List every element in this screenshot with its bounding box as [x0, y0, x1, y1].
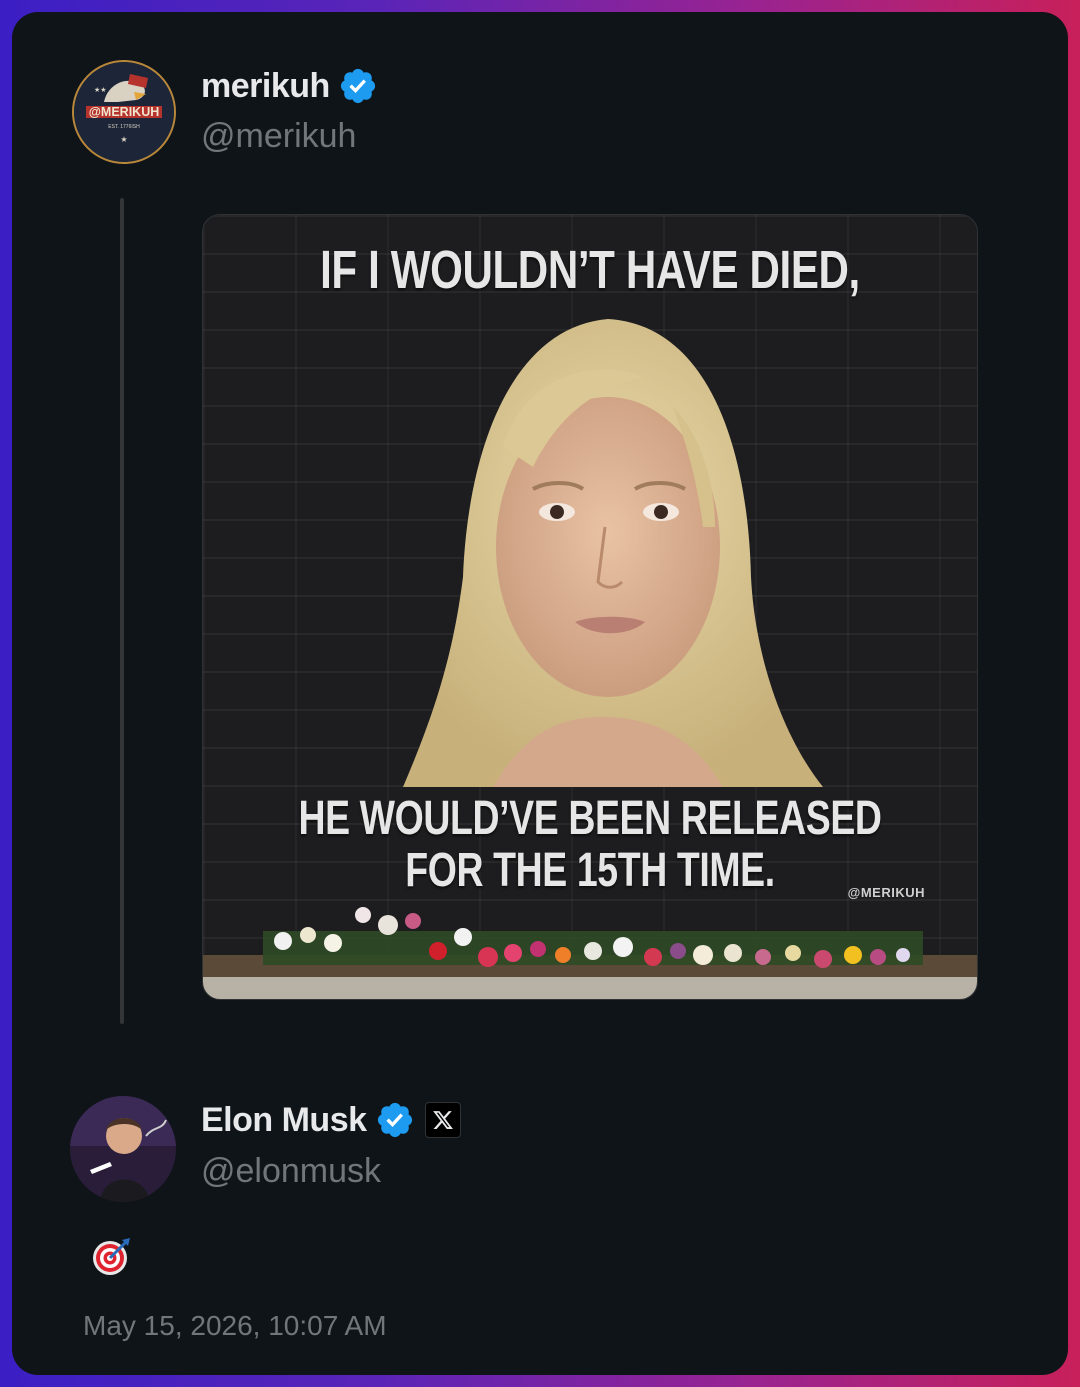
logo-subtext: EST. 1776ISH: [108, 124, 140, 130]
thread-connector-line: [120, 198, 124, 1024]
post-card: ★★ @MERIKUH EST. 1776ISH ★ merikuh @meri…: [12, 12, 1068, 1375]
reply-author-name-row: Elon Musk: [201, 1100, 461, 1140]
svg-text:★★: ★★: [94, 86, 107, 94]
author-handle[interactable]: @merikuh: [201, 117, 356, 156]
avatar-merikuh[interactable]: ★★ @MERIKUH EST. 1776ISH ★: [72, 60, 176, 164]
meme-top-text: IF I WOULDN’T HAVE DIED,: [320, 240, 860, 300]
author-display-name[interactable]: merikuh: [201, 67, 330, 106]
elon-avatar-image: [70, 1096, 176, 1202]
portrait-photo: [403, 319, 823, 787]
verified-badge-icon[interactable]: [338, 66, 378, 106]
meme-bottom-line-2: FOR THE 15TH TIME.: [405, 844, 775, 897]
meme-bottom-line-1: HE WOULD’VE BEEN RELEASED: [298, 792, 882, 845]
reply-author-display-name[interactable]: Elon Musk: [201, 1101, 367, 1140]
merikuh-logo: ★★ @MERIKUH EST. 1776ISH ★: [74, 62, 174, 162]
sidewalk-strip: [203, 977, 977, 999]
direct-hit-target-icon: [93, 1238, 130, 1275]
x-affiliate-badge-icon[interactable]: [424, 1102, 461, 1138]
reply-author-handle[interactable]: @elonmusk: [201, 1152, 381, 1191]
post-media-image[interactable]: IF I WOULDN’T HAVE DIED, HE WOULD’VE BEE…: [202, 214, 978, 1000]
author-name-row: merikuh: [201, 66, 378, 106]
logo-text: @MERIKUH: [89, 105, 160, 119]
flower-memorial: [263, 907, 923, 968]
post-timestamp[interactable]: May 15, 2026, 10:07 AM: [83, 1310, 387, 1342]
meme-bottom-text: HE WOULD’VE BEEN RELEASED FOR THE 15TH T…: [288, 793, 892, 897]
verified-badge-icon[interactable]: [375, 1100, 415, 1140]
avatar-elonmusk[interactable]: [70, 1096, 176, 1202]
svg-text:★: ★: [120, 135, 127, 144]
